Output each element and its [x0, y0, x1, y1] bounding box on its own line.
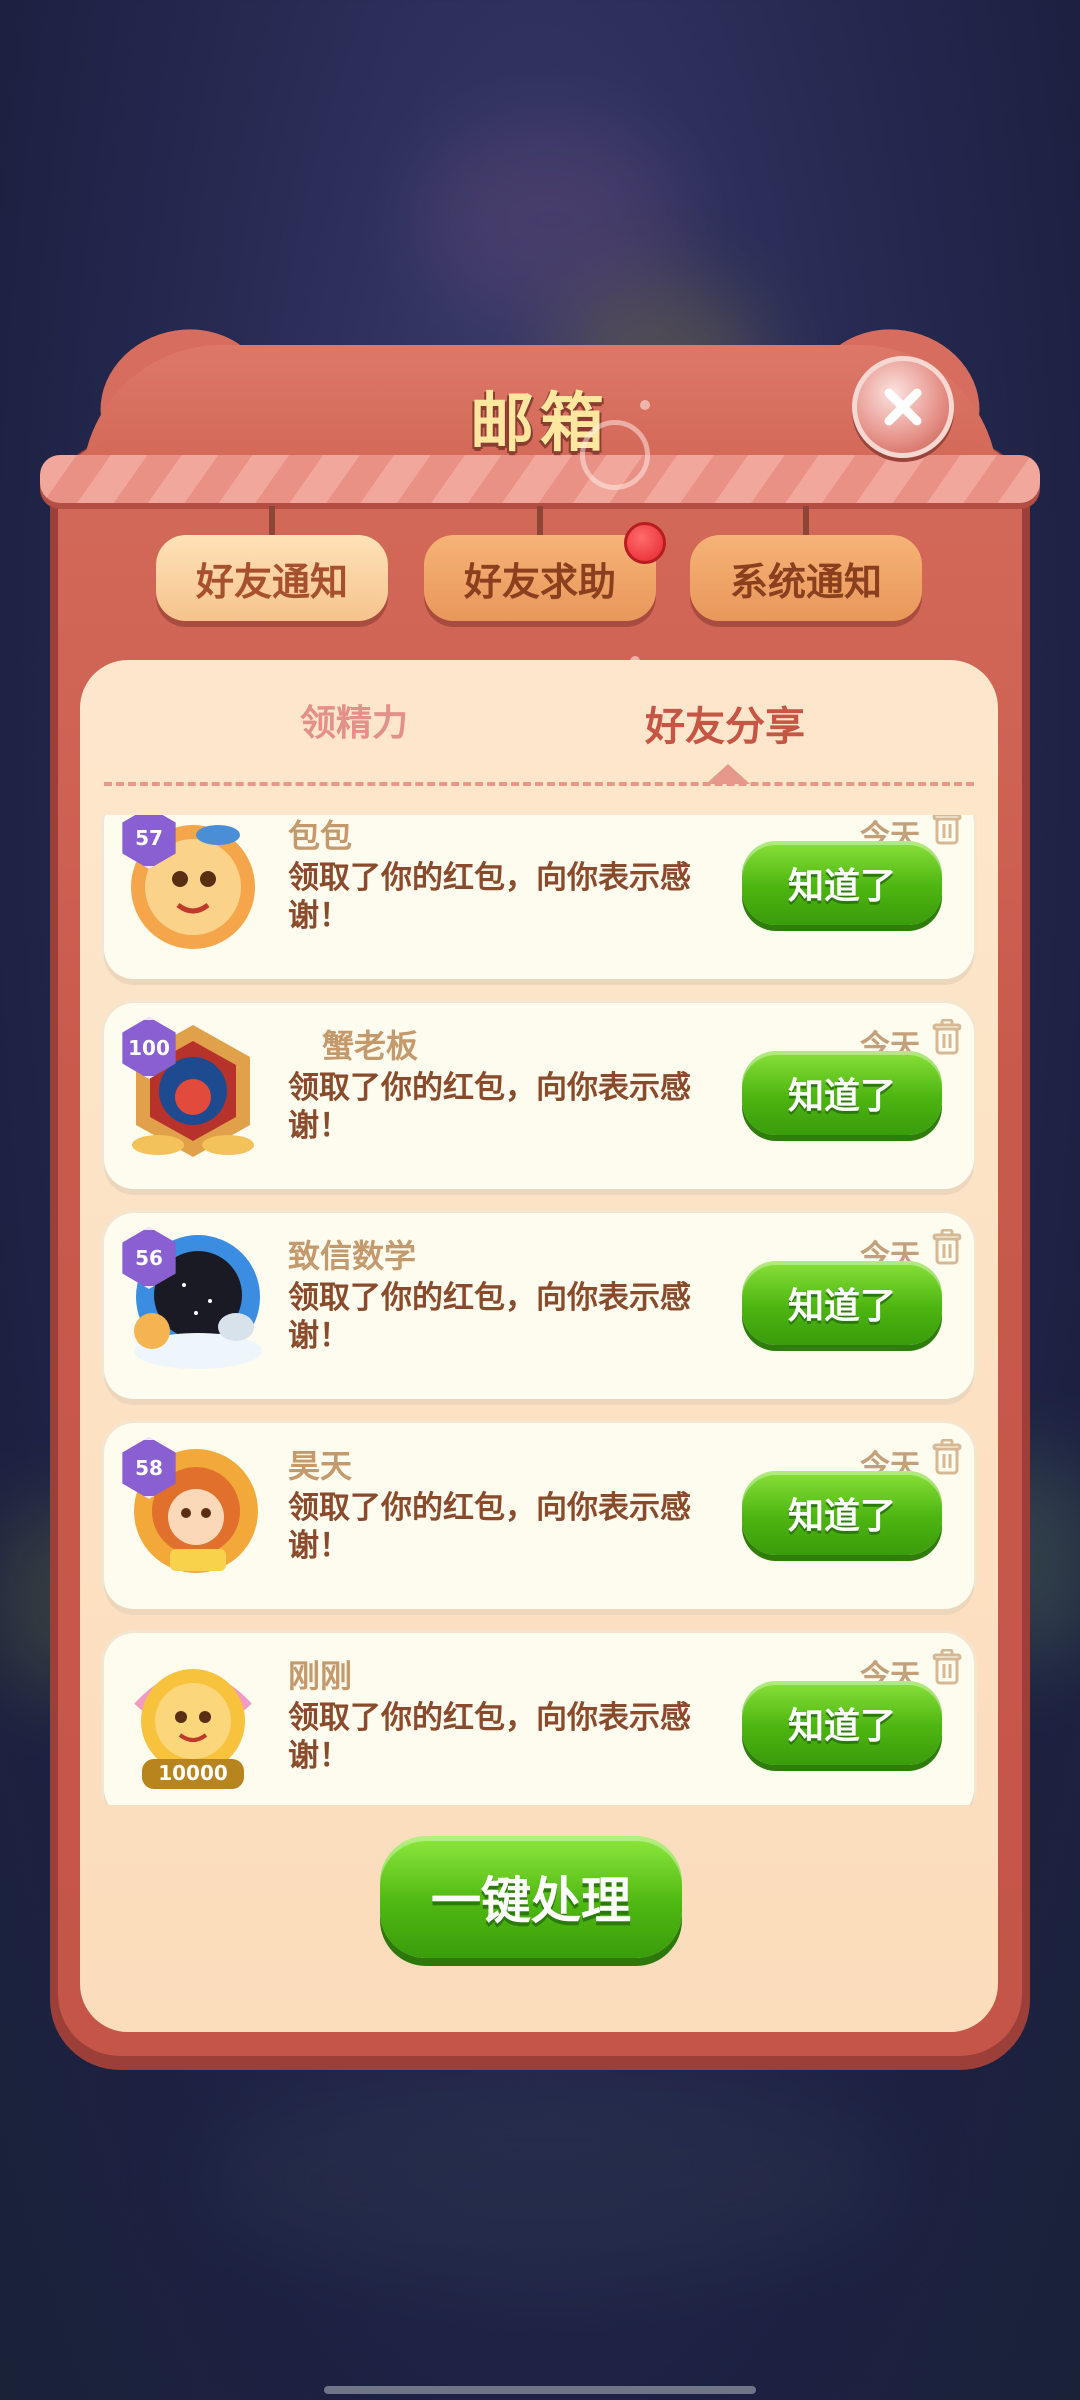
message-text: 领取了你的红包，向你表示感谢！	[288, 1700, 691, 1774]
close-x-icon	[884, 388, 922, 426]
trash-icon[interactable]	[932, 815, 962, 845]
process-all-button[interactable]: 一键处理	[380, 1836, 682, 1958]
acknowledge-button[interactable]: 知道了	[742, 1681, 942, 1765]
friend-name: 昊天	[288, 1447, 353, 1485]
avatar[interactable]: 57	[118, 815, 268, 957]
message-card: 100 蟹老板 今天 领取了你的红包，向你表示感谢！ 知道了	[104, 1003, 974, 1189]
message-text: 领取了你的红包，向你表示感谢！	[288, 1070, 691, 1144]
subtab-energy[interactable]: 领精力	[300, 694, 408, 746]
message-card: 58 昊天 今天 领取了你的红包，向你表示感谢！ 知道了	[104, 1423, 974, 1609]
message-card: 56 致信数学 今天 领取了你的红包，向你表示感谢！ 知道了	[104, 1213, 974, 1399]
message-text: 领取了你的红包，向你表示感谢！	[288, 1280, 691, 1354]
trash-icon[interactable]	[932, 1229, 962, 1265]
message-list[interactable]: 57 包包 今天 领取了你的红包，向你表示感谢！ 知道了 100 蟹老板 今天 …	[80, 815, 998, 1805]
acknowledge-button[interactable]: 知道了	[742, 841, 942, 925]
tab-friend-notice[interactable]: 好友通知	[156, 535, 388, 621]
message-card: 10000 刚刚 今天 领取了你的红包，向你表示感谢！ 知道了	[104, 1633, 974, 1805]
subtab-divider	[104, 782, 974, 786]
home-indicator[interactable]	[324, 2386, 756, 2394]
friend-name: 包包	[288, 817, 353, 855]
tab-friend-help[interactable]: 好友求助	[424, 535, 656, 621]
trash-icon[interactable]	[932, 1439, 962, 1475]
notification-dot	[624, 522, 666, 564]
friend-name: 致信数学	[288, 1237, 417, 1275]
message-text: 领取了你的红包，向你表示感谢！	[288, 1490, 691, 1564]
trash-icon[interactable]	[932, 1649, 962, 1685]
close-button[interactable]	[852, 356, 954, 458]
subtab-indicator	[706, 764, 750, 784]
avatar[interactable]: 56	[118, 1227, 268, 1377]
acknowledge-button[interactable]: 知道了	[742, 1261, 942, 1345]
avatar[interactable]: 58	[118, 1437, 268, 1587]
acknowledge-button[interactable]: 知道了	[742, 1051, 942, 1135]
trash-icon[interactable]	[932, 1019, 962, 1055]
message-text: 领取了你的红包，向你表示感谢！	[288, 860, 691, 934]
message-card: 57 包包 今天 领取了你的红包，向你表示感谢！ 知道了	[104, 815, 974, 979]
avatar[interactable]: 10000	[118, 1647, 268, 1797]
subtab-friend-share[interactable]: 好友分享	[645, 694, 805, 752]
tab-system-notice[interactable]: 系统通知	[690, 535, 922, 621]
friend-name: 蟹老板	[322, 1027, 419, 1065]
friend-name: 刚刚	[288, 1657, 353, 1695]
acknowledge-button[interactable]: 知道了	[742, 1471, 942, 1555]
avatar-score-label: 10000	[158, 1761, 228, 1785]
avatar[interactable]: 100	[118, 1017, 268, 1167]
